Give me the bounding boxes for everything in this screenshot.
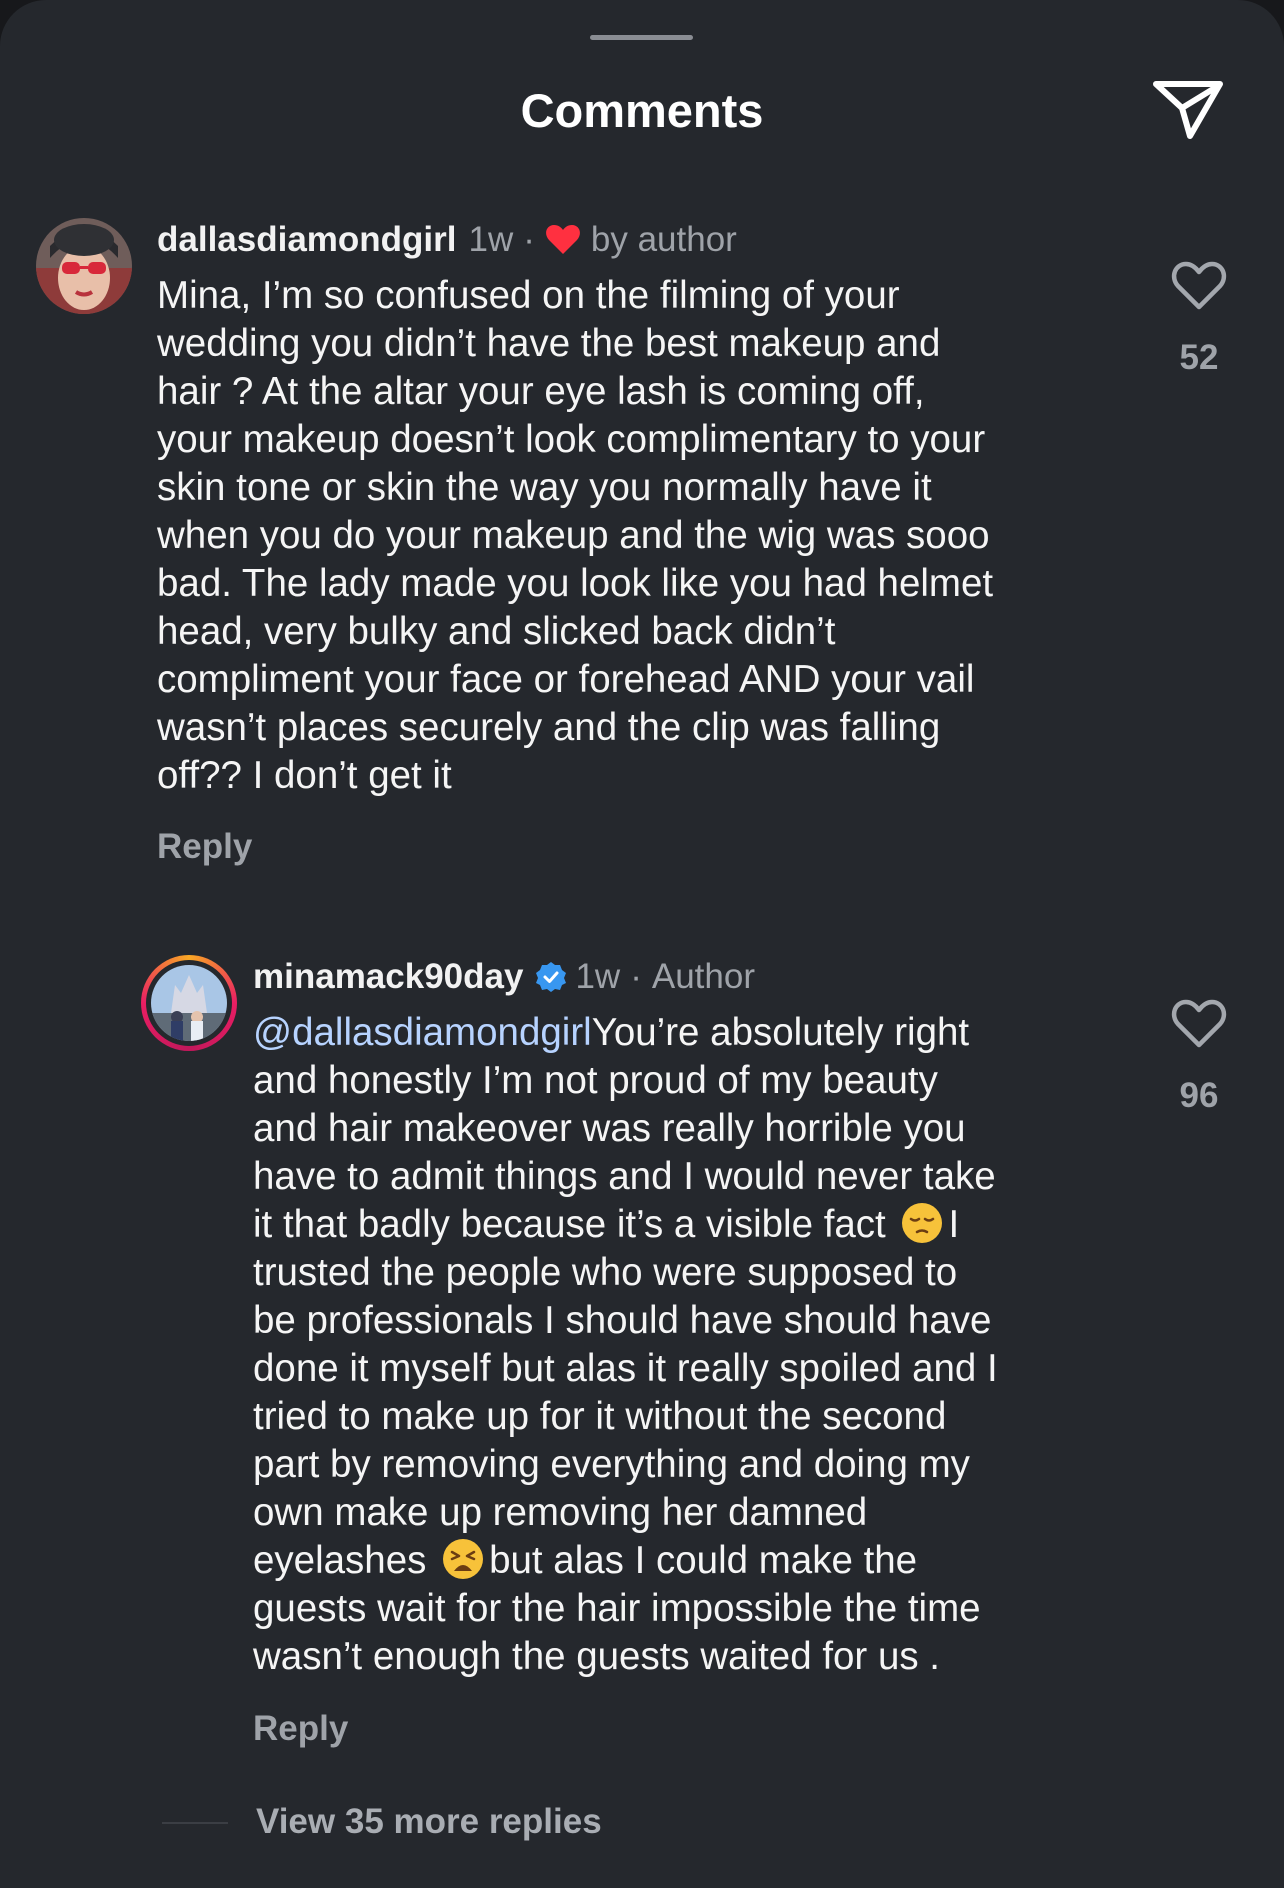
divider bbox=[162, 1822, 228, 1824]
separator-dot: · bbox=[630, 957, 642, 996]
comment-line: head, very bulky and slicked back didn’t bbox=[157, 610, 836, 653]
comment-line: when you do your makeup and the wig was … bbox=[157, 514, 990, 557]
comment-line-text: eyelashes bbox=[253, 1539, 438, 1582]
reply-button[interactable]: Reply bbox=[157, 825, 252, 869]
comments-sheet: Comments dallasdiamondgirl 1w · by autho… bbox=[0, 0, 1284, 1888]
comment-line: wasn’t enough the guests waited for us . bbox=[253, 1635, 941, 1678]
heart-outline-icon[interactable] bbox=[1171, 260, 1227, 312]
comment-line: wasn’t places securely and the clip was … bbox=[157, 706, 941, 749]
comment-header: dallasdiamondgirl 1w · by author bbox=[157, 218, 737, 262]
comment-line: be professionals I should have should ha… bbox=[253, 1299, 992, 1342]
comment-username[interactable]: minamack90day bbox=[253, 955, 523, 999]
comment-line-text: You’re absolutely right bbox=[591, 1011, 970, 1054]
comment-text: @dallasdiamondgirlYou’re absolutely righ… bbox=[253, 1009, 998, 1681]
comment-line: have to admit things and I would never t… bbox=[253, 1155, 996, 1198]
author-label: Author bbox=[651, 957, 755, 996]
comment-line: off?? I don’t get it bbox=[157, 754, 452, 797]
avatar-story-ring[interactable] bbox=[141, 955, 237, 1051]
like-count: 96 bbox=[1179, 1076, 1219, 1115]
comment-line: wedding you didn’t have the best makeup … bbox=[157, 322, 941, 365]
weary-face-emoji bbox=[441, 1537, 485, 1581]
avatar bbox=[151, 965, 227, 1041]
comment-username[interactable]: dallasdiamondgirl bbox=[157, 218, 457, 262]
reply-button[interactable]: Reply bbox=[253, 1707, 348, 1751]
comment-line: your makeup doesn’t look complimentary t… bbox=[157, 418, 986, 461]
view-more-replies-button[interactable]: View 35 more replies bbox=[256, 1800, 602, 1844]
comment-text: Mina, I’m so confused on the filming of … bbox=[157, 272, 993, 800]
comment-line: bad. The lady made you look like you had… bbox=[157, 562, 994, 605]
comment-line: guests wait for the hair impossible the … bbox=[253, 1587, 981, 1630]
avatar[interactable] bbox=[36, 218, 132, 314]
comment-time: 1w bbox=[575, 957, 621, 996]
pensive-face-emoji bbox=[900, 1201, 944, 1245]
comment-line: done it myself but alas it really spoile… bbox=[253, 1347, 998, 1390]
page-title: Comments bbox=[520, 84, 764, 137]
comment-line: eyelashes but alas I could make the bbox=[253, 1537, 998, 1585]
comment-line: hair ? At the altar your eye lash is com… bbox=[157, 370, 925, 413]
comment-line: skin tone or skin the way you normally h… bbox=[157, 466, 932, 509]
separator-dot: · bbox=[523, 220, 535, 259]
comment-line: and hair makeover was really horrible yo… bbox=[253, 1107, 966, 1150]
comment-line: trusted the people who were supposed to bbox=[253, 1251, 958, 1294]
like-count: 52 bbox=[1179, 338, 1219, 377]
comment-line: compliment your face or forehead AND you… bbox=[157, 658, 975, 701]
comment-line: own make up removing her damned bbox=[253, 1491, 868, 1534]
heart-outline-icon[interactable] bbox=[1171, 998, 1227, 1050]
comment-line: Mina, I’m so confused on the filming of … bbox=[157, 274, 900, 317]
mention-link[interactable]: @dallasdiamondgirl bbox=[253, 1011, 592, 1054]
comment-line: and honestly I’m not proud of my beauty bbox=[253, 1059, 938, 1102]
comment-line: tried to make up for it without the seco… bbox=[253, 1395, 947, 1438]
paper-plane-icon[interactable] bbox=[1150, 74, 1226, 142]
red-heart-icon bbox=[545, 224, 581, 256]
comment-line: part by removing everything and doing my bbox=[253, 1443, 970, 1486]
comment-line-text: but alas I could make the bbox=[489, 1539, 918, 1582]
verified-badge-icon bbox=[535, 961, 567, 993]
comment-line-text: it that badly because it’s a visible fac… bbox=[253, 1203, 897, 1246]
drag-handle[interactable] bbox=[590, 35, 693, 40]
comment-line: it that badly because it’s a visible fac… bbox=[253, 1201, 998, 1249]
liked-by-author-label: by author bbox=[590, 220, 737, 259]
comment-header: minamack90day 1w · Author bbox=[253, 955, 755, 999]
comment-time: 1w bbox=[468, 220, 514, 259]
comment-line: @dallasdiamondgirlYou’re absolutely righ… bbox=[253, 1009, 998, 1057]
comment-line-text: I bbox=[948, 1203, 960, 1246]
